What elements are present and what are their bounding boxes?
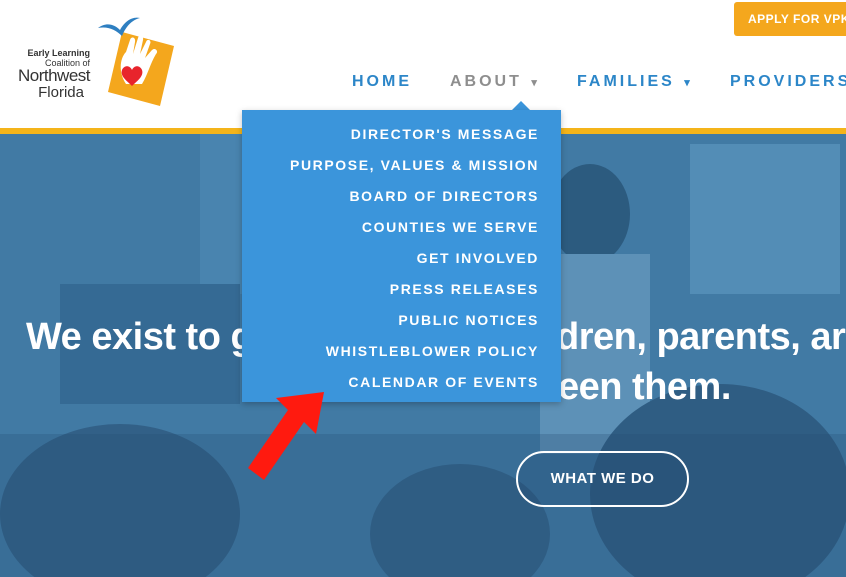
menu-item-public-notices[interactable]: PUBLIC NOTICES xyxy=(398,309,539,331)
nav-home-label: HOME xyxy=(352,73,412,90)
red-arrow-icon xyxy=(248,392,324,480)
nav-families-label: FAMILIES xyxy=(577,73,675,90)
menu-item-get-involved[interactable]: GET INVOLVED xyxy=(417,247,539,269)
chevron-down-icon: ▾ xyxy=(531,77,537,89)
nav-providers-label: PROVIDERS xyxy=(730,73,846,90)
logo-text-line1: Early Learning xyxy=(27,48,90,58)
nav-about[interactable]: ABOUT ▾ xyxy=(450,72,537,92)
logo-text-line3: Northwest xyxy=(17,66,91,85)
apply-for-vpk-button[interactable]: APPLY FOR VPK xyxy=(734,2,846,36)
hero-headline-line2: een them. xyxy=(558,366,731,408)
hero-headline-right: dren, parents, ar xyxy=(556,316,846,358)
logo-text-line4: Florida xyxy=(38,84,84,101)
hero-headline-left: We exist to g xyxy=(26,316,254,358)
menu-item-press-releases[interactable]: PRESS RELEASES xyxy=(390,278,539,300)
nav-about-label: ABOUT xyxy=(450,73,522,90)
dropdown-notch xyxy=(512,101,530,110)
about-dropdown-menu: DIRECTOR'S MESSAGE PURPOSE, VALUES & MIS… xyxy=(242,110,561,402)
what-we-do-button[interactable]: WHAT WE DO xyxy=(516,451,689,507)
menu-item-board-of-directors[interactable]: BOARD OF DIRECTORS xyxy=(349,185,539,207)
site-logo[interactable]: Early Learning Coalition of Northwest Fl… xyxy=(14,14,184,114)
menu-item-directors-message[interactable]: DIRECTOR'S MESSAGE xyxy=(351,123,539,145)
menu-item-whistleblower-policy[interactable]: WHISTLEBLOWER POLICY xyxy=(326,340,539,362)
site-header: Early Learning Coalition of Northwest Fl… xyxy=(0,0,846,128)
menu-item-calendar-of-events[interactable]: CALENDAR OF EVENTS xyxy=(348,371,539,393)
nav-families[interactable]: FAMILIES ▾ xyxy=(577,72,690,92)
menu-item-purpose-values-mission[interactable]: PURPOSE, VALUES & MISSION xyxy=(290,154,539,176)
nav-home[interactable]: HOME xyxy=(352,72,412,92)
chevron-down-icon: ▾ xyxy=(684,77,690,89)
nav-providers[interactable]: PROVIDERS xyxy=(730,72,846,92)
menu-item-counties-we-serve[interactable]: COUNTIES WE SERVE xyxy=(362,216,539,238)
